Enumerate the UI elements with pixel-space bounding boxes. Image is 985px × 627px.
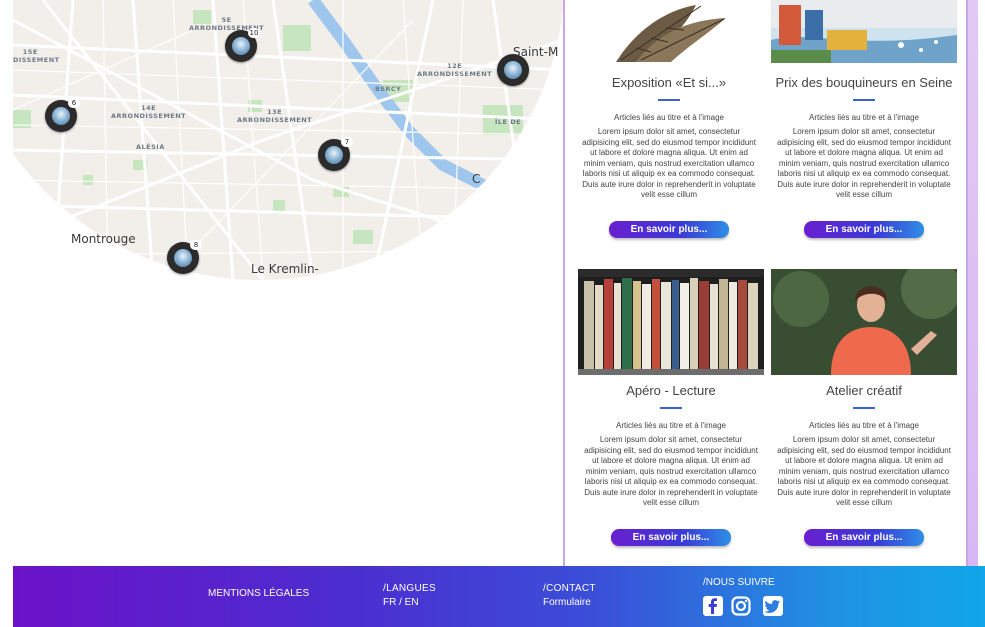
site-footer: MENTIONS LÉGALES /LANGUES FR / EN /CONTA… (13, 566, 985, 627)
article-image[interactable] (576, 0, 762, 63)
workshop-photo (771, 269, 957, 375)
read-more-button[interactable]: En savoir plus... (609, 221, 729, 238)
map-label-arr12-text: ARRONDISSEMENT (417, 70, 493, 78)
title-underline (658, 99, 680, 101)
map-label-arr15-text: ONDISSEMENT (13, 56, 60, 64)
legal-link[interactable]: MENTIONS LÉGALES (208, 588, 309, 599)
map-marker-cluster[interactable]: 10 (225, 28, 260, 62)
facebook-icon[interactable] (703, 596, 723, 616)
article-body: Lorem ipsum dolor sit amet, consectetur … (777, 435, 951, 507)
map-place-montrouge: Montrouge (71, 232, 136, 246)
languages-heading: /LANGUES (383, 583, 436, 594)
article-card: Exposition «Et si...» Articles liés au t… (576, 0, 762, 238)
article-card: Prix des bouquineurs en Seine Articles l… (771, 0, 957, 238)
map-label-arr13-text: ARRONDISSEMENT (237, 116, 313, 124)
map-label-arr15-num: 15E (22, 48, 38, 56)
map-marker-cluster[interactable]: 8 (167, 240, 202, 274)
marker-count: 6 (68, 98, 80, 108)
map-label-arr13-num: 13E (267, 108, 283, 116)
marker-count: 10 (248, 28, 260, 38)
scrollbar-area (968, 0, 985, 566)
article-subtitle: Articles liés au titre et à l'image (808, 113, 919, 122)
map-label-bercy: BERCY (375, 85, 402, 93)
contact-block: /CONTACT Formulaire (543, 583, 596, 608)
article-card: Apéro - Lecture Articles liés au titre e… (578, 269, 764, 546)
map-label-alesia: ALÉSIA (136, 143, 165, 151)
map-label-arr12: 12E ARRONDISSEMENT (417, 62, 492, 78)
map-label-arr5-num: 5E (221, 16, 232, 24)
scrollbar-track[interactable] (968, 0, 978, 566)
article-title: Prix des bouquineurs en Seine (775, 75, 953, 90)
map-place-ch: C (472, 172, 481, 186)
article-title: Atelier créatif (826, 383, 902, 398)
article-subtitle: Articles liés au titre et à l'image (613, 113, 724, 122)
marker-count: 7 (341, 137, 353, 147)
article-title: Apéro - Lecture (626, 383, 716, 398)
marker-count: 8 (190, 240, 202, 250)
read-more-button[interactable]: En savoir plus... (804, 529, 924, 546)
article-image[interactable] (771, 269, 957, 375)
map-label-arr14-num: 14E (141, 104, 157, 112)
map-label-arr12-num: 12E (447, 62, 463, 70)
title-underline (853, 407, 875, 409)
follow-heading: /NOUS SUIVRE (703, 577, 775, 588)
article-subtitle: Articles liés au titre et à l'image (615, 421, 726, 430)
contact-heading: /CONTACT (543, 583, 596, 594)
article-subtitle: Articles liés au titre et à l'image (808, 421, 919, 430)
title-underline (853, 99, 875, 101)
read-more-button[interactable]: En savoir plus... (804, 221, 924, 238)
feather-illustration (576, 0, 762, 63)
map-label-arr15: 15EONDISSEMENT (13, 48, 60, 64)
map-place-kremlin: Le Kremlin- (251, 262, 319, 276)
title-underline (660, 407, 682, 409)
read-more-button[interactable]: En savoir plus... (611, 529, 731, 546)
contact-form-link[interactable]: Formulaire (543, 597, 596, 608)
page-gutter (0, 0, 13, 566)
twitter-icon[interactable] (763, 596, 783, 616)
article-body: Lorem ipsum dolor sit amet, consectetur … (584, 435, 758, 507)
article-title: Exposition «Et si...» (611, 75, 727, 90)
bookshelf-photo (578, 269, 764, 375)
marker-image (174, 249, 192, 267)
map-label-ile: ÎLE DE (495, 118, 522, 126)
painting-illustration (771, 0, 957, 63)
map-label-arr14: 14E ARRONDISSEMENT (111, 104, 186, 120)
languages-block: /LANGUES FR / EN (383, 583, 436, 608)
map-marker-cluster[interactable]: 6 (45, 98, 80, 132)
marker-image (232, 37, 250, 55)
instagram-icon[interactable] (731, 596, 751, 616)
map-view[interactable]: 5EARRONDISSEMENT 15EONDISSEMENT 12EARRON… (13, 0, 563, 280)
article-image[interactable] (771, 0, 957, 63)
map-label-arr13: 13E ARRONDISSEMENT (237, 108, 312, 124)
language-switch[interactable]: FR / EN (383, 597, 436, 608)
article-body: Lorem ipsum dolor sit amet, consectetur … (777, 127, 951, 199)
map-label-arr14-text: ARRONDISSEMENT (111, 112, 187, 120)
marker-image (325, 146, 343, 164)
map-marker-cluster[interactable]: 7 (318, 137, 353, 171)
marker-image (504, 61, 522, 79)
article-body: Lorem ipsum dolor sit amet, consectetur … (582, 127, 756, 199)
map-marker[interactable] (497, 54, 529, 86)
article-card: Atelier créatif Articles liés au titre e… (771, 269, 957, 546)
article-image[interactable] (578, 269, 764, 375)
marker-image (52, 107, 70, 125)
